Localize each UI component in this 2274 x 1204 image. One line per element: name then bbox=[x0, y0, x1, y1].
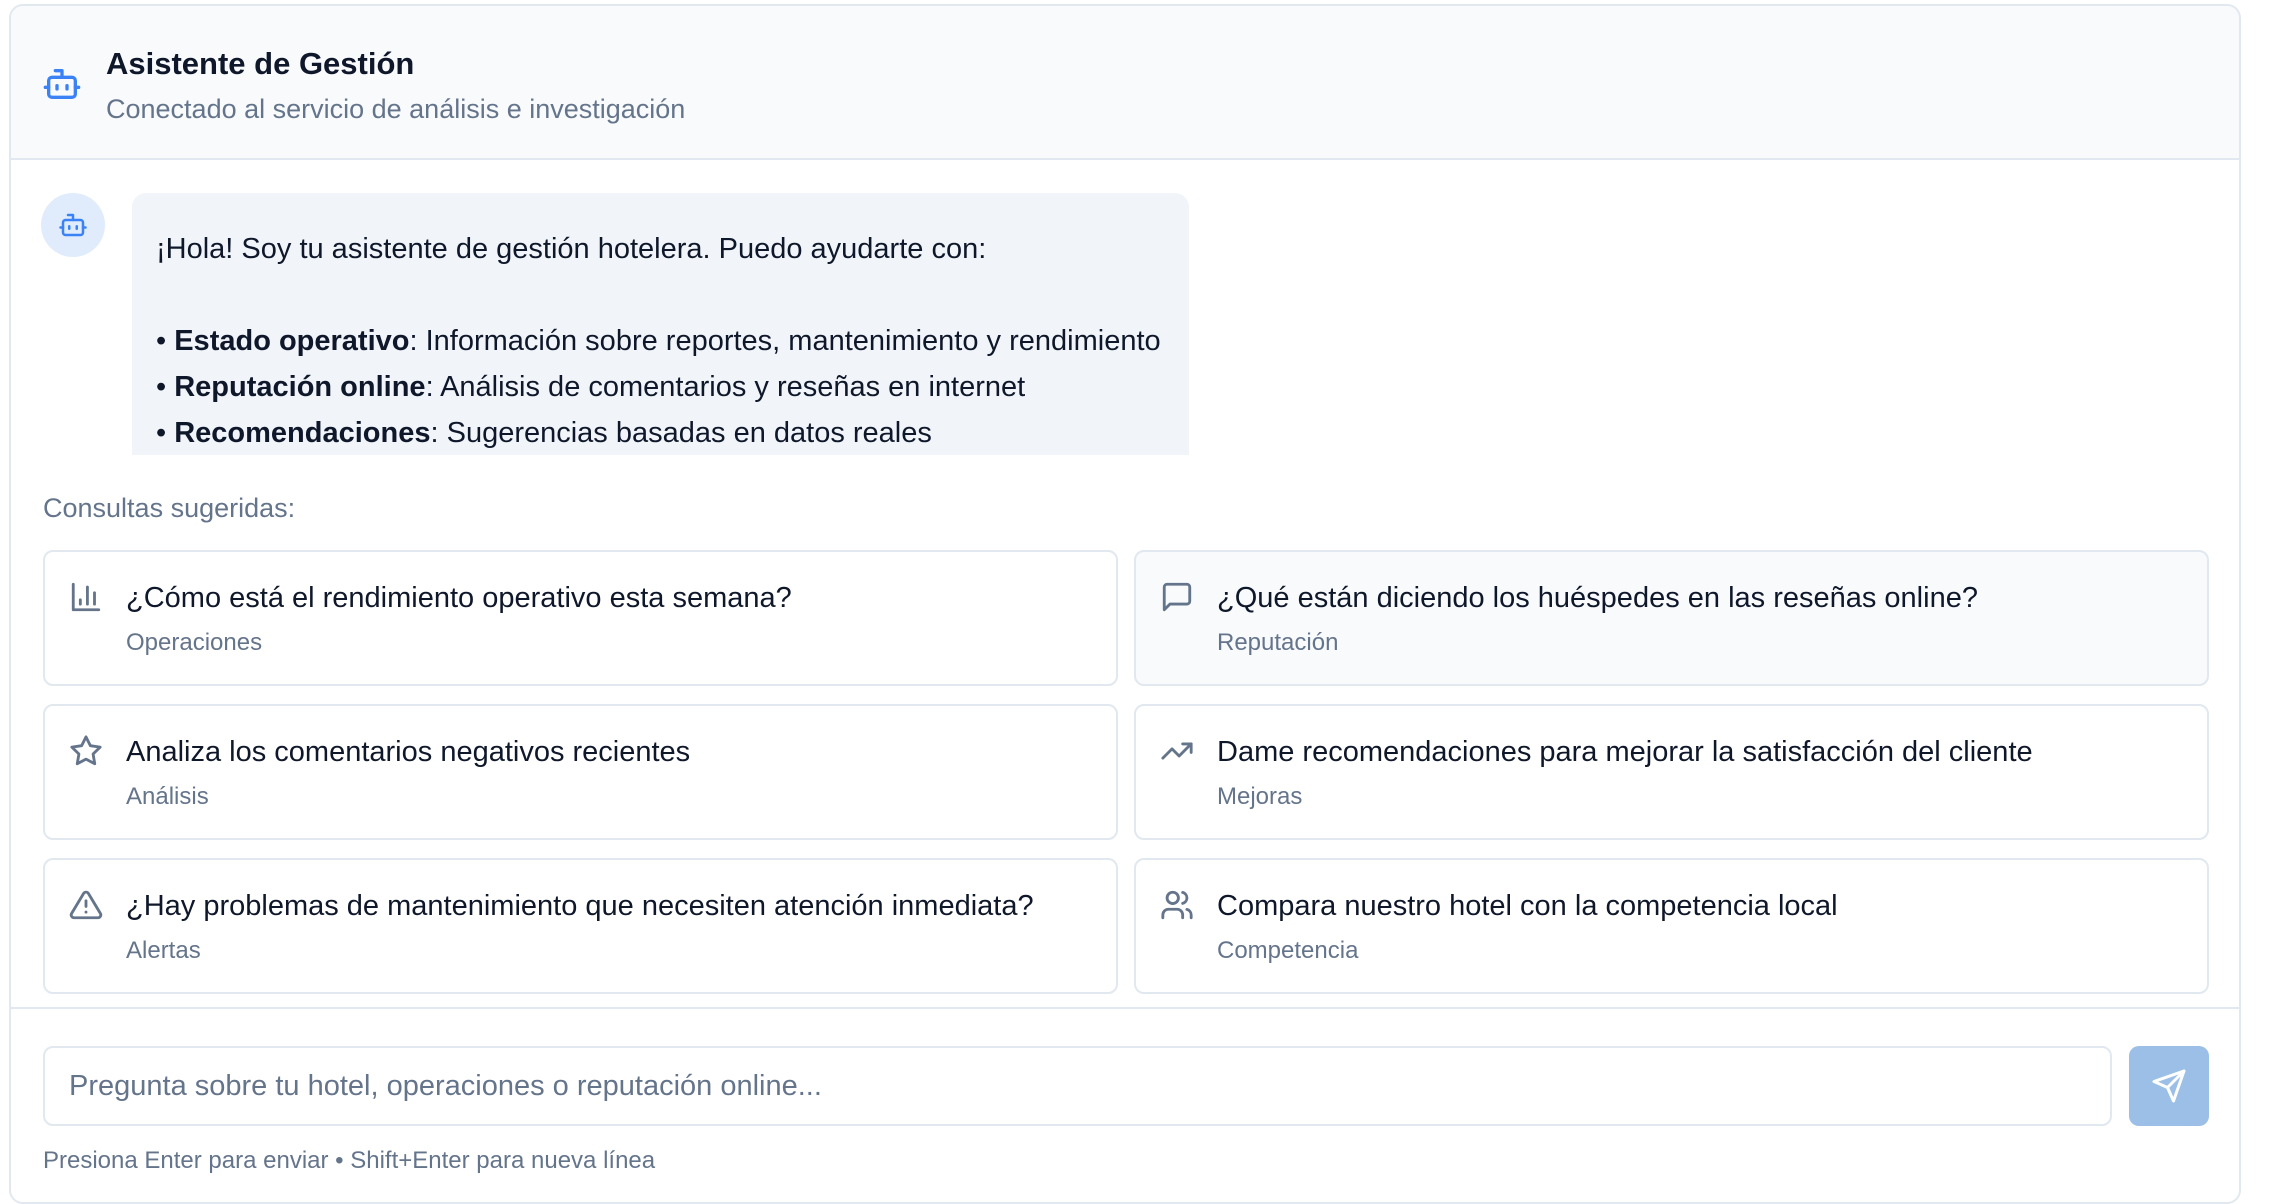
star-icon bbox=[69, 734, 103, 768]
suggestion-category: Competencia bbox=[1217, 937, 1359, 964]
suggestion-card-alertas[interactable]: ¿Hay problemas de mantenimiento que nece… bbox=[43, 858, 1118, 994]
suggestion-category: Mejoras bbox=[1217, 783, 1303, 810]
keyboard-hint: Presiona Enter para enviar • Shift+Enter… bbox=[43, 1147, 656, 1174]
assistant-message: ¡Hola! Soy tu asistente de gestión hotel… bbox=[132, 193, 1189, 455]
connection-status: Conectado al servicio de análisis e inve… bbox=[106, 94, 686, 124]
suggestion-card-analisis[interactable]: Analiza los comentarios negativos recien… bbox=[43, 704, 1118, 840]
message-bullet: • Recomendaciones: Sugerencias basadas e… bbox=[156, 417, 932, 449]
assistant-avatar bbox=[41, 193, 105, 257]
composer: Presiona Enter para enviar • Shift+Enter… bbox=[11, 1007, 2239, 1202]
suggestion-card-mejoras[interactable]: Dame recomendaciones para mejorar la sat… bbox=[1134, 704, 2209, 840]
trending-up-icon bbox=[1160, 734, 1194, 768]
chat-panel: Asistente de Gestión Conectado al servic… bbox=[9, 4, 2241, 1204]
page-title: Asistente de Gestión bbox=[106, 46, 415, 81]
suggestion-text: Dame recomendaciones para mejorar la sat… bbox=[1217, 736, 2033, 768]
message-intro: ¡Hola! Soy tu asistente de gestión hotel… bbox=[156, 233, 987, 265]
suggestion-category: Análisis bbox=[126, 783, 209, 810]
suggestion-text: ¿Hay problemas de mantenimiento que nece… bbox=[126, 890, 1034, 922]
users-icon bbox=[1160, 888, 1194, 922]
suggestion-card-operaciones[interactable]: ¿Cómo está el rendimiento operativo esta… bbox=[43, 550, 1118, 686]
alert-triangle-icon bbox=[69, 888, 103, 922]
send-button[interactable] bbox=[2129, 1046, 2209, 1126]
bot-icon bbox=[42, 64, 82, 104]
message-input[interactable] bbox=[43, 1046, 2112, 1126]
message-bullet: • Estado operativo: Información sobre re… bbox=[156, 325, 1161, 357]
bullet-title: Reputación online bbox=[174, 371, 426, 403]
suggestion-card-competencia[interactable]: Compara nuestro hotel con la competencia… bbox=[1134, 858, 2209, 994]
bullet-title: Recomendaciones bbox=[174, 417, 431, 449]
suggestion-category: Operaciones bbox=[126, 629, 263, 656]
suggestion-text: Analiza los comentarios negativos recien… bbox=[126, 736, 691, 768]
message-bullet: • Reputación online: Análisis de comenta… bbox=[156, 371, 1026, 403]
suggestion-text: ¿Qué están diciendo los huéspedes en las… bbox=[1217, 582, 1978, 614]
suggestions-label: Consultas sugeridas: bbox=[43, 493, 296, 523]
chat-header: Asistente de Gestión Conectado al servic… bbox=[11, 6, 2239, 160]
suggestion-text: Compara nuestro hotel con la competencia… bbox=[1217, 890, 1838, 922]
bar-chart-icon bbox=[69, 580, 103, 614]
message-square-icon bbox=[1160, 580, 1194, 614]
bot-icon bbox=[59, 213, 87, 237]
suggestion-text: ¿Cómo está el rendimiento operativo esta… bbox=[126, 582, 792, 614]
send-icon bbox=[2152, 1069, 2186, 1103]
bullet-title: Estado operativo bbox=[174, 325, 410, 357]
suggestion-category: Reputación bbox=[1217, 629, 1339, 656]
suggestion-category: Alertas bbox=[126, 937, 201, 964]
suggestion-card-reputacion[interactable]: ¿Qué están diciendo los huéspedes en las… bbox=[1134, 550, 2209, 686]
